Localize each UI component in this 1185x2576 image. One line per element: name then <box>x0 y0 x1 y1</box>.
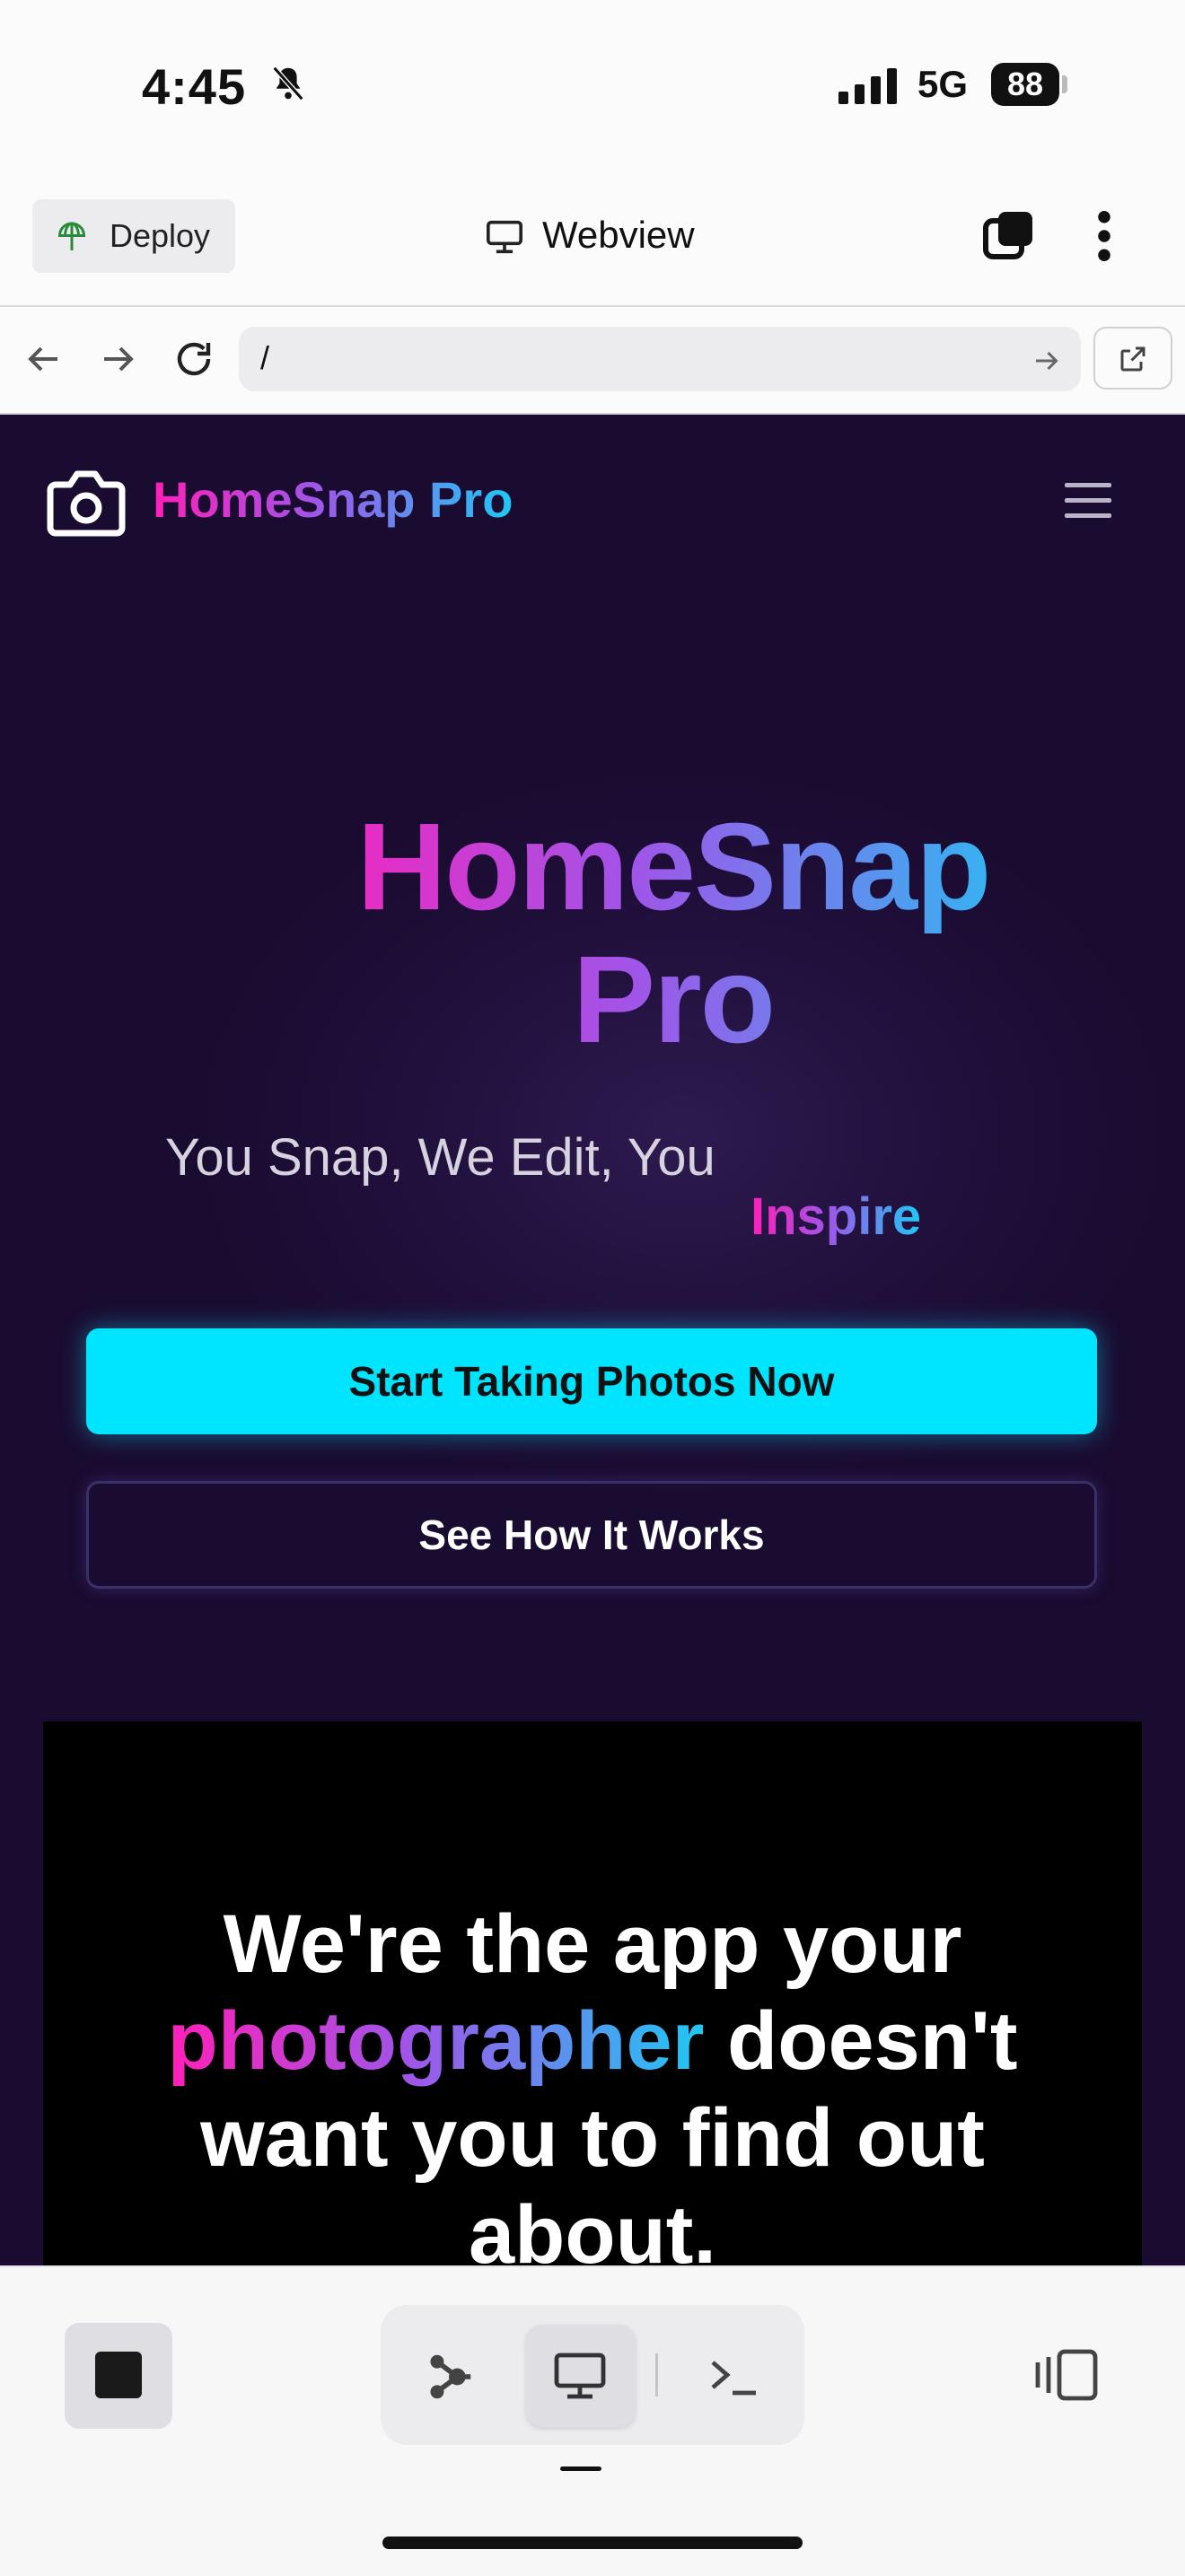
hero-title-line2: Pro <box>269 933 1077 1066</box>
cellular-signal-icon <box>838 68 897 104</box>
tagline: We're the app your photographer doesn't … <box>90 1896 1095 2265</box>
open-external-button[interactable] <box>1093 327 1172 390</box>
battery-indicator: 88 <box>991 63 1059 106</box>
side-panel-icon[interactable] <box>1032 2348 1099 2402</box>
status-time: 4:45 <box>142 58 247 115</box>
external-link-icon <box>1120 346 1146 372</box>
bell-muted-icon <box>272 66 304 101</box>
deploy-label: Deploy <box>110 217 211 254</box>
see-how-it-works-button[interactable]: See How It Works <box>86 1481 1097 1589</box>
camera-icon[interactable] <box>45 469 127 539</box>
monitor-icon <box>487 220 522 254</box>
hamburger-menu-icon[interactable] <box>1063 479 1113 522</box>
more-vertical-icon[interactable] <box>1097 210 1111 262</box>
webview-title[interactable]: Webview <box>542 214 695 257</box>
active-view-indicator <box>560 2466 601 2471</box>
url-value: / <box>260 339 270 376</box>
hero-subtitle: You Snap, We Edit, You <box>165 1128 715 1187</box>
go-arrow-icon[interactable] <box>1031 345 1063 377</box>
agent-graph-icon[interactable] <box>422 2352 476 2402</box>
network-type: 5G <box>917 63 969 105</box>
tagline-accent: photographer <box>167 1995 705 2087</box>
start-taking-photos-button[interactable]: Start Taking Photos Now <box>86 1328 1097 1434</box>
battery-tip <box>1062 75 1067 93</box>
view-switcher-divider <box>655 2353 658 2396</box>
hero-title-line1: HomeSnap <box>269 801 1077 933</box>
reload-icon[interactable] <box>172 337 215 381</box>
home-indicator <box>382 2537 803 2549</box>
url-input[interactable] <box>239 327 1081 391</box>
tagline-part1: We're the app your <box>223 1898 962 1990</box>
hero-title: HomeSnap Pro <box>269 801 1077 1066</box>
back-arrow-icon[interactable] <box>22 337 65 381</box>
webview-monitor-icon[interactable] <box>553 2352 607 2402</box>
forward-arrow-icon[interactable] <box>97 337 140 381</box>
webview-content: HomeSnap Pro HomeSnap Pro You Snap, We E… <box>0 415 1185 2265</box>
stop-icon <box>95 2352 142 2398</box>
terminal-icon[interactable] <box>706 2352 759 2402</box>
deploy-icon <box>57 222 86 250</box>
hero-subtitle-accent: Inspire <box>750 1187 922 1246</box>
site-brand[interactable]: HomeSnap Pro <box>153 470 513 529</box>
tabs-icon[interactable] <box>982 208 1036 262</box>
